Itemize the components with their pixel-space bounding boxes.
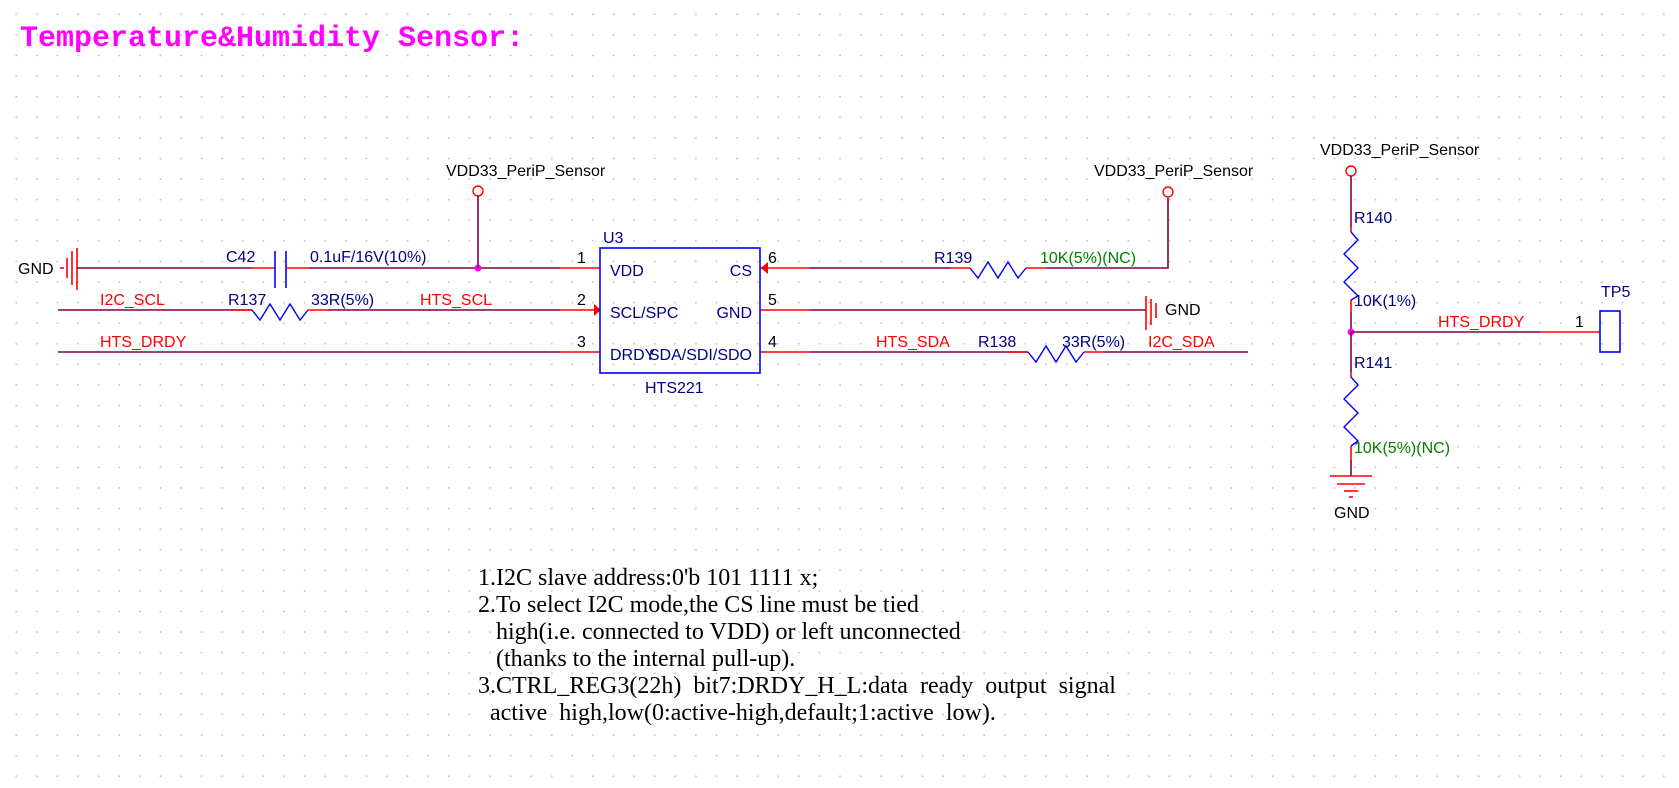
r141-ref: R141 — [1354, 355, 1392, 372]
pin-name-sda: SDA/SDI/SDO — [649, 347, 752, 364]
pin-number-5: 5 — [768, 292, 777, 309]
ground-symbol-mid — [1145, 296, 1157, 330]
r139-ref: R139 — [934, 250, 972, 267]
net-hts-sda: HTS_SDA — [876, 334, 950, 351]
r137-value: 33R(5%) — [311, 292, 374, 309]
pin-name-cs: CS — [730, 263, 752, 280]
power-port-left — [472, 185, 484, 197]
gnd-label-right: GND — [1334, 505, 1370, 522]
pin-number-6: 6 — [768, 250, 777, 267]
design-notes: 1.I2C slave address:0'b 101 1111 x; 2.To… — [478, 565, 1116, 726]
gnd-label-mid: GND — [1165, 302, 1201, 319]
resistor-r140 — [1343, 231, 1360, 301]
gnd-label-left: GND — [18, 261, 54, 278]
tp5-ref: TP5 — [1601, 284, 1630, 301]
note-line-3: high(i.e. connected to VDD) or left unco… — [478, 619, 961, 645]
pin-number-4: 4 — [768, 334, 777, 351]
power-label-right: VDD33_PeriP_Sensor — [1320, 142, 1480, 159]
c42-value: 0.1uF/16V(10%) — [310, 249, 427, 266]
pin-name-scl: SCL/SPC — [610, 305, 678, 322]
ground-symbol-right — [1330, 475, 1372, 498]
input-arrow-icon — [761, 262, 768, 274]
schematic: Temperature&Humidity Sensor: GND C42 0.1… — [18, 22, 1630, 726]
r138-ref: R138 — [978, 334, 1016, 351]
net-hts-drdy-left: HTS_DRDY — [100, 334, 187, 351]
net-i2c-scl: I2C_SCL — [100, 292, 165, 309]
test-point-tp5[interactable] — [1599, 310, 1621, 353]
tp5-pin-number: 1 — [1575, 314, 1584, 331]
resistor-r139 — [969, 260, 1027, 280]
capacitor-c42 — [274, 251, 287, 288]
r140-value: 10K(1%) — [1354, 293, 1416, 310]
u3-ref: U3 — [603, 230, 624, 247]
r139-value: 10K(5%)(NC) — [1040, 250, 1136, 267]
net-hts-scl: HTS_SCL — [420, 292, 492, 309]
c42-ref: C42 — [226, 249, 255, 266]
note-line-4: (thanks to the internal pull-up). — [478, 646, 795, 672]
u3-part: HTS221 — [645, 380, 704, 397]
net-hts-drdy-right: HTS_DRDY — [1438, 314, 1525, 331]
r140-ref: R140 — [1354, 210, 1392, 227]
pin-number-1: 1 — [577, 250, 586, 267]
note-line-6: active high,low(0:active-high,default;1:… — [478, 700, 996, 726]
power-label-left: VDD33_PeriP_Sensor — [446, 163, 606, 180]
pin-number-3: 3 — [577, 334, 586, 351]
r137-ref: R137 — [228, 292, 266, 309]
pin-number-2: 2 — [577, 292, 586, 309]
sheet-title: Temperature&Humidity Sensor: — [20, 22, 524, 56]
pin-name-gnd: GND — [716, 305, 752, 322]
pin-name-vdd: VDD — [610, 263, 644, 280]
resistor-r141 — [1343, 376, 1360, 447]
net-i2c-sda: I2C_SDA — [1148, 334, 1215, 351]
power-label-mid: VDD33_PeriP_Sensor — [1094, 163, 1254, 180]
r141-value: 10K(5%)(NC) — [1354, 440, 1450, 457]
ground-symbol-left — [60, 248, 78, 290]
power-port-mid — [1162, 186, 1174, 198]
power-port-right — [1345, 165, 1357, 177]
r138-value: 33R(5%) — [1062, 334, 1125, 351]
note-line-1: 1.I2C slave address:0'b 101 1111 x; — [478, 565, 818, 591]
note-line-2: 2.To select I2C mode,the CS line must be… — [478, 592, 919, 618]
note-line-5: 3.CTRL_REG3(22h) bit7:DRDY_H_L:data read… — [478, 673, 1116, 699]
